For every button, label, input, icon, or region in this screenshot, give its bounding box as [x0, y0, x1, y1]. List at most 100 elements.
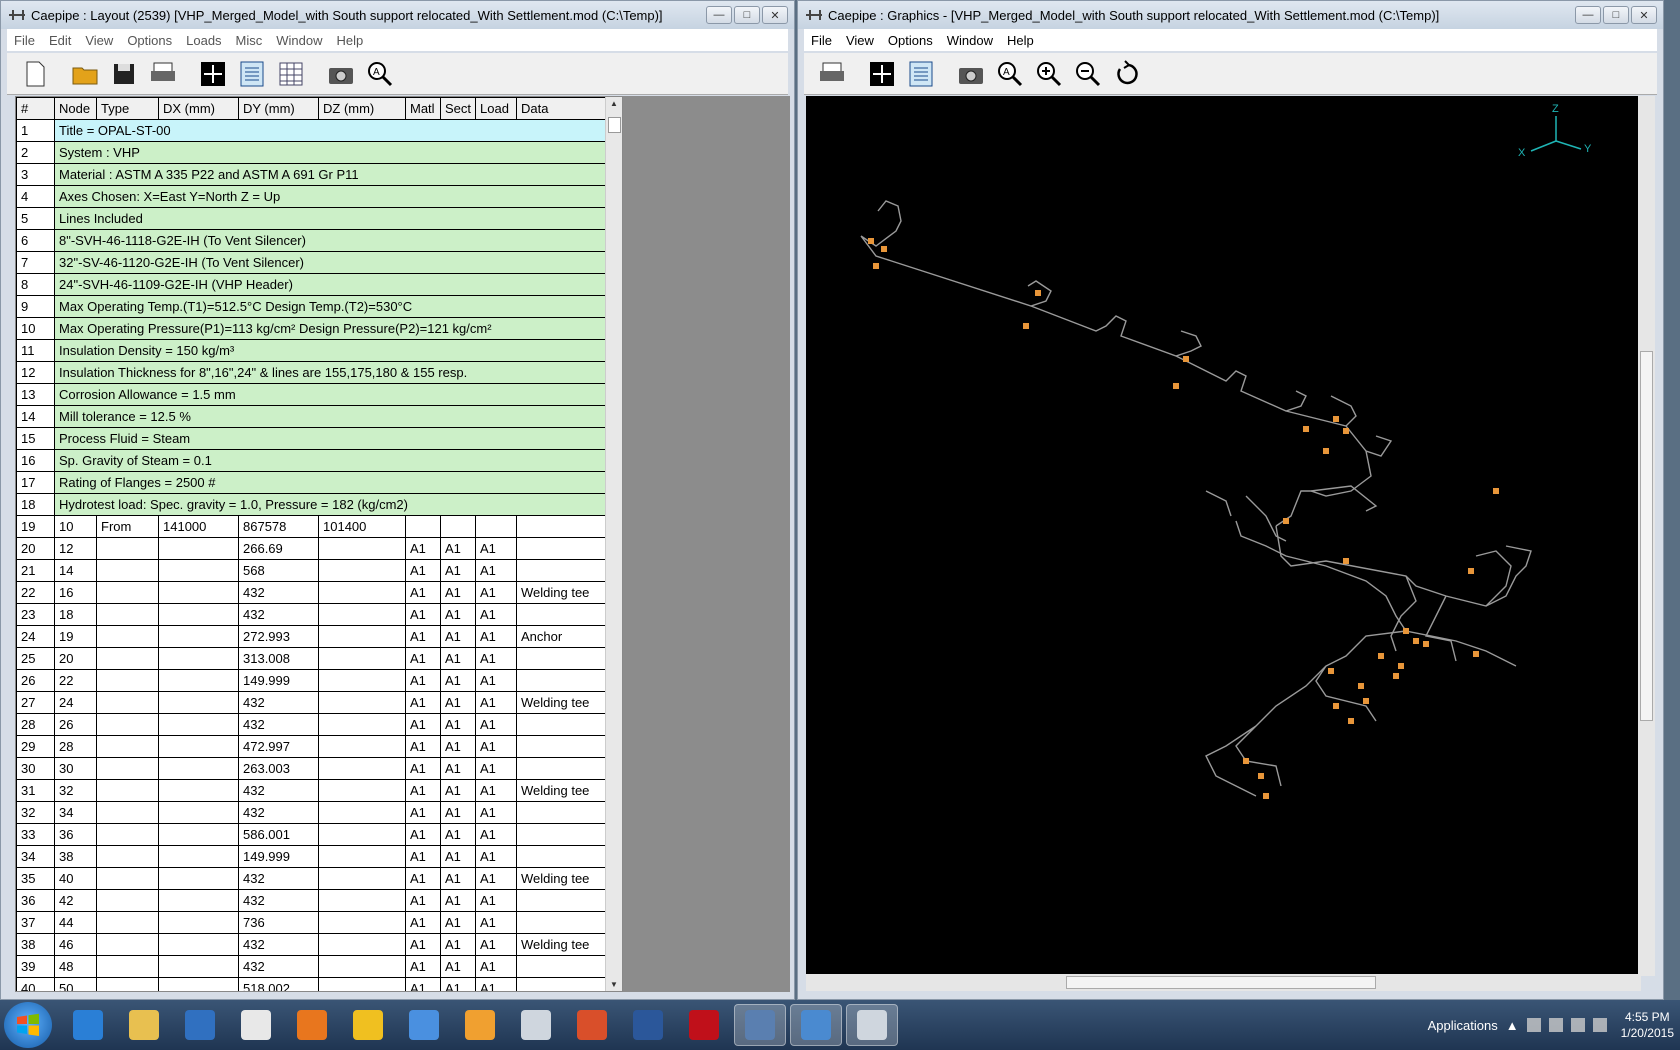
title-row[interactable]: 3 Material : ASTM A 335 P22 and ASTM A 69… — [16, 163, 607, 186]
matl-cell[interactable]: A1 — [405, 779, 441, 802]
matl-cell[interactable]: A1 — [405, 581, 441, 604]
node-cell[interactable]: 40 — [54, 867, 97, 890]
node-cell[interactable]: 32 — [54, 779, 97, 802]
title-text-cell[interactable]: Insulation Thickness for 8",16",24" & li… — [54, 361, 607, 384]
node-cell[interactable]: 44 — [54, 911, 97, 934]
title-text-cell[interactable]: 8"-SVH-46-1118-G2E-IH (To Vent Silencer) — [54, 229, 607, 252]
table-row[interactable]: 25 20 313.008 A1 A1 A1 — [16, 647, 607, 670]
matl-cell[interactable]: A1 — [405, 933, 441, 956]
title-text-cell[interactable]: Lines Included — [54, 207, 607, 230]
load-cell[interactable]: A1 — [475, 933, 517, 956]
title-text-cell[interactable]: Material : ASTM A 335 P22 and ASTM A 691… — [54, 163, 607, 186]
title-text-cell[interactable]: Max Operating Pressure(P1)=113 kg/cm² De… — [54, 317, 607, 340]
menu-options[interactable]: Options — [881, 33, 940, 48]
data-cell[interactable] — [516, 735, 607, 758]
dy-cell[interactable]: 432 — [238, 603, 319, 626]
dy-cell[interactable]: 272.993 — [238, 625, 319, 648]
dy-cell[interactable]: 263.003 — [238, 757, 319, 780]
type-cell[interactable] — [96, 933, 159, 956]
menu-misc[interactable]: Misc — [229, 33, 270, 48]
save-button[interactable] — [108, 58, 140, 90]
load-cell[interactable]: A1 — [475, 603, 517, 626]
title-text-cell[interactable]: Hydrotest load: Spec. gravity = 1.0, Pre… — [54, 493, 607, 516]
dy-cell[interactable]: 149.999 — [238, 669, 319, 692]
dz-cell[interactable] — [318, 537, 406, 560]
load-cell[interactable]: A1 — [475, 845, 517, 868]
minimize-button[interactable]: — — [706, 6, 732, 24]
title-text-cell[interactable]: Title = OPAL-ST-00 — [54, 119, 607, 142]
sect-cell[interactable]: A1 — [440, 911, 476, 934]
type-cell[interactable] — [96, 647, 159, 670]
dx-cell[interactable] — [158, 911, 239, 934]
new-file-button[interactable] — [19, 58, 51, 90]
network-icon[interactable] — [1570, 1018, 1585, 1032]
dx-cell[interactable] — [158, 559, 239, 582]
node-cell[interactable]: 16 — [54, 581, 97, 604]
load-cell[interactable]: A1 — [475, 867, 517, 890]
dy-cell[interactable]: 432 — [238, 955, 319, 978]
taskbar-media-player[interactable] — [174, 1004, 226, 1046]
table-row[interactable]: 26 22 149.999 A1 A1 A1 — [16, 669, 607, 692]
table-row[interactable]: 24 19 272.993 A1 A1 A1 Anchor — [16, 625, 607, 648]
maximize-button[interactable]: □ — [1603, 6, 1629, 24]
zoom-out-button[interactable] — [1072, 58, 1104, 90]
column-header-dy-mm[interactable]: DY (mm) — [238, 97, 319, 120]
dx-cell[interactable] — [158, 889, 239, 912]
table-row[interactable]: 22 16 432 A1 A1 A1 Welding tee — [16, 581, 607, 604]
sect-cell[interactable]: A1 — [440, 713, 476, 736]
type-cell[interactable]: From — [96, 515, 159, 538]
table-row[interactable]: 20 12 266.69 A1 A1 A1 — [16, 537, 607, 560]
load-cell[interactable]: A1 — [475, 581, 517, 604]
column-header-index[interactable]: # — [16, 97, 55, 120]
matl-cell[interactable]: A1 — [405, 669, 441, 692]
dz-cell[interactable] — [318, 713, 406, 736]
dx-cell[interactable] — [158, 603, 239, 626]
data-cell[interactable]: Welding tee — [516, 779, 607, 802]
title-text-cell[interactable]: Sp. Gravity of Steam = 0.1 — [54, 449, 607, 472]
graphics-horizontal-scrollbar[interactable] — [806, 974, 1641, 991]
dz-cell[interactable] — [318, 801, 406, 824]
sect-cell[interactable]: A1 — [440, 823, 476, 846]
matl-cell[interactable]: A1 — [405, 537, 441, 560]
camera-button[interactable] — [325, 58, 357, 90]
matl-cell[interactable]: A1 — [405, 647, 441, 670]
node-cell[interactable]: 12 — [54, 537, 97, 560]
load-cell[interactable]: A1 — [475, 691, 517, 714]
type-cell[interactable] — [96, 603, 159, 626]
dz-cell[interactable] — [318, 977, 406, 991]
print-button[interactable] — [816, 58, 848, 90]
node-cell[interactable]: 19 — [54, 625, 97, 648]
dz-cell[interactable] — [318, 823, 406, 846]
menu-file[interactable]: File — [804, 33, 839, 48]
rotate-button[interactable] — [1111, 58, 1143, 90]
taskbar-ie[interactable] — [62, 1004, 114, 1046]
tray-applications-label[interactable]: Applications — [1428, 1018, 1498, 1033]
title-text-cell[interactable]: 32"-SV-46-1120-G2E-IH (To Vent Silencer) — [54, 251, 607, 274]
menu-loads[interactable]: Loads — [179, 33, 228, 48]
node-cell[interactable]: 34 — [54, 801, 97, 824]
dx-cell[interactable] — [158, 537, 239, 560]
load-cell[interactable]: A1 — [475, 735, 517, 758]
dz-cell[interactable] — [318, 889, 406, 912]
table-row[interactable]: 38 46 432 A1 A1 A1 Welding tee — [16, 933, 607, 956]
title-text-cell[interactable]: Mill tolerance = 12.5 % — [54, 405, 607, 428]
type-cell[interactable] — [96, 977, 159, 991]
title-text-cell[interactable]: Insulation Density = 150 kg/m³ — [54, 339, 607, 362]
node-cell[interactable]: 26 — [54, 713, 97, 736]
load-cell[interactable]: A1 — [475, 779, 517, 802]
data-cell[interactable] — [516, 801, 607, 824]
title-row[interactable]: 17 Rating of Flanges = 2500 # — [16, 471, 607, 494]
type-cell[interactable] — [96, 867, 159, 890]
matl-cell[interactable]: A1 — [405, 845, 441, 868]
data-cell[interactable] — [516, 669, 607, 692]
load-cell[interactable] — [475, 515, 517, 538]
dy-cell[interactable]: 313.008 — [238, 647, 319, 670]
zoom-in-button[interactable] — [1033, 58, 1065, 90]
dx-cell[interactable] — [158, 625, 239, 648]
dx-cell[interactable] — [158, 735, 239, 758]
dz-cell[interactable] — [318, 647, 406, 670]
type-cell[interactable] — [96, 845, 159, 868]
dx-cell[interactable] — [158, 647, 239, 670]
title-text-cell[interactable]: System : VHP — [54, 141, 607, 164]
dx-cell[interactable] — [158, 691, 239, 714]
